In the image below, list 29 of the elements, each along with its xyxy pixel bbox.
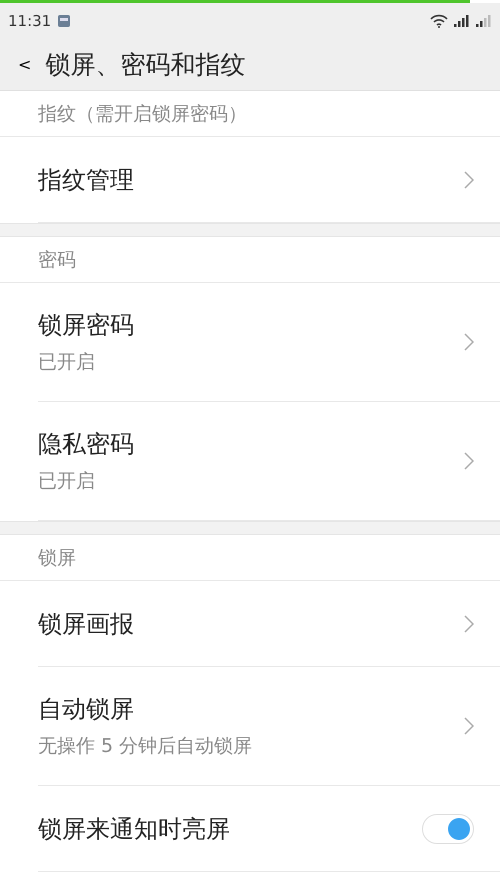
section-header: 密码 [38,248,76,272]
row-label: 锁屏来通知时亮屏 [38,814,231,844]
settings-row[interactable]: 锁屏来通知时亮屏 [38,786,500,872]
status-time: 11:31 [8,12,52,30]
settings-row[interactable]: 锁屏画报 [38,581,500,667]
chevron-right-icon [464,614,474,632]
page-title: 锁屏、密码和指纹 [45,48,246,80]
chevron-right-icon [464,452,474,470]
toggle-switch[interactable] [422,814,474,844]
notification-icon [57,14,72,28]
row-label: 指纹管理 [38,164,135,196]
chevron-right-icon [464,717,474,735]
chevron-right-icon [464,170,474,188]
section-header: 指纹（需开启锁屏密码） [38,102,247,126]
section-header: 锁屏 [38,546,76,570]
row-subtitle: 已开启 [38,350,96,375]
row-label: 自动锁屏 [38,694,135,725]
back-button[interactable]: < [18,54,32,74]
chevron-right-icon [464,333,474,351]
row-label: 锁屏画报 [38,608,135,640]
signal-icon [476,14,492,26]
settings-row[interactable]: 自动锁屏 无操作 5 分钟后自动锁屏 [38,667,500,786]
signal-icon [454,14,470,26]
row-subtitle: 无操作 5 分钟后自动锁屏 [38,734,254,759]
row-subtitle: 已开启 [38,469,96,494]
row-label: 隐私密码 [38,429,135,460]
wifi-icon [430,14,448,28]
settings-row[interactable]: 锁屏密码 已开启 [38,283,500,402]
row-label: 锁屏密码 [38,310,135,341]
